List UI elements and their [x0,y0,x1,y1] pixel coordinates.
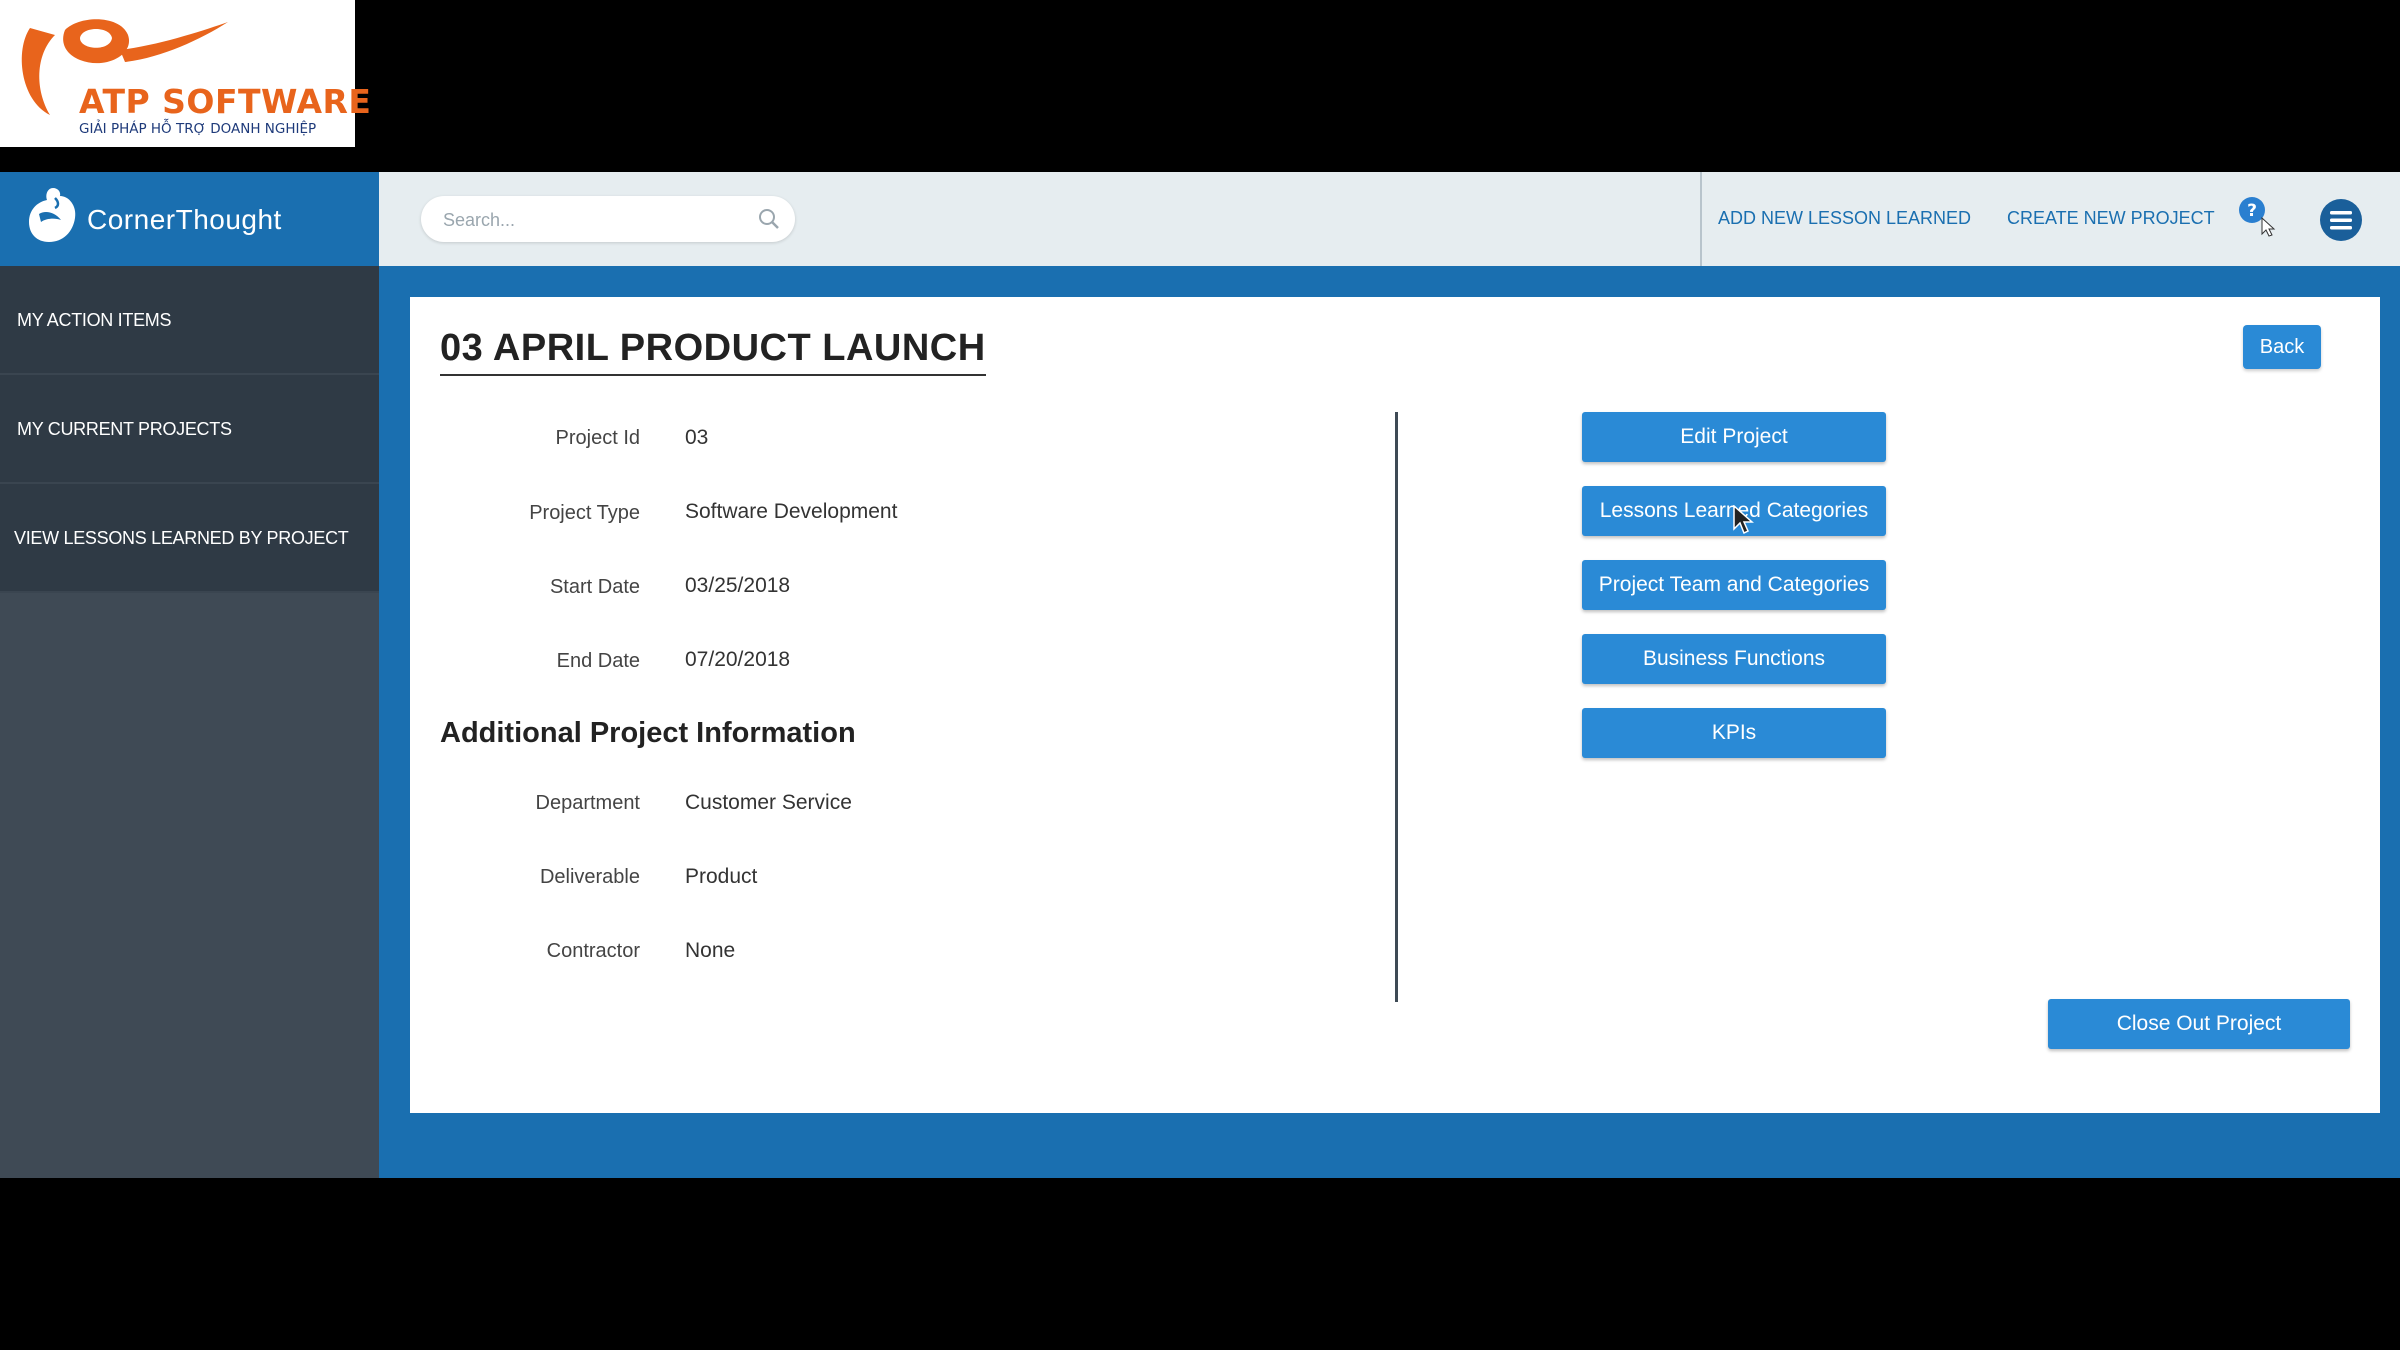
mouse-cursor-icon [1733,505,1754,535]
help-icon[interactable]: ? [2236,194,2280,238]
department-label: Department [535,792,641,814]
deliverable-value: Product [685,865,758,888]
page-title: 03 APRIL PRODUCT LAUNCH [440,327,986,376]
project-id-label: Project Id [555,427,640,449]
atp-software-logo: ATP SOFTWARE GIẢI PHÁP HỖ TRỢ DOANH NGHI… [0,0,371,147]
top-bar: ADD NEW LESSON LEARNED CREATE NEW PROJEC… [379,172,2400,266]
contractor-value: None [685,939,736,962]
column-divider [1395,412,1398,1002]
deliverable-label: Deliverable [539,866,640,888]
search-icon[interactable] [757,207,781,231]
hamburger-menu-icon[interactable] [2319,198,2363,242]
sidebar-item-view-lessons-learned[interactable]: VIEW LESSONS LEARNED BY PROJECT [0,484,379,593]
topbar-divider [1700,172,1702,266]
app-brand[interactable]: CornerThought [0,172,379,266]
add-new-lesson-link[interactable]: ADD NEW LESSON LEARNED [1718,208,1971,229]
back-button[interactable]: Back [2243,325,2321,369]
svg-text:?: ? [2247,201,2257,221]
start-date-value: 03/25/2018 [685,574,791,597]
create-new-project-link[interactable]: CREATE NEW PROJECT [2007,208,2215,229]
search-input[interactable] [441,204,745,236]
app-name: CornerThought [87,204,282,235]
project-type-value: Software Development [685,500,898,523]
project-id-value: 03 [685,426,709,449]
close-out-project-button[interactable]: Close Out Project [2048,999,2350,1049]
business-functions-button[interactable]: Business Functions [1582,634,1886,684]
cornerthought-logo-icon [29,188,76,242]
sidebar-item-label: MY CURRENT PROJECTS [17,419,232,439]
search-box [421,196,795,242]
kpis-button[interactable]: KPIs [1582,708,1886,758]
end-date-label: End Date [556,650,640,672]
sidebar: MY ACTION ITEMS MY CURRENT PROJECTS VIEW… [0,266,379,1178]
sidebar-item-my-current-projects[interactable]: MY CURRENT PROJECTS [0,375,379,484]
department-value: Customer Service [685,791,852,814]
project-team-categories-button[interactable]: Project Team and Categories [1582,560,1886,610]
contractor-label: Contractor [546,940,640,962]
project-type-label: Project Type [529,502,640,524]
atp-tagline: GIẢI PHÁP HỖ TRỢ DOANH NGHIỆP [79,121,317,137]
start-date-label: Start Date [549,576,640,598]
end-date-value: 07/20/2018 [685,648,791,671]
sidebar-item-label: VIEW LESSONS LEARNED BY PROJECT [14,528,349,548]
sidebar-item-label: MY ACTION ITEMS [17,310,172,330]
edit-project-button[interactable]: Edit Project [1582,412,1886,462]
sidebar-item-my-action-items[interactable]: MY ACTION ITEMS [0,266,379,375]
additional-info-title: Additional Project Information [440,717,856,749]
project-details-card: 03 APRIL PRODUCT LAUNCH Back Project Id … [410,297,2380,1113]
atp-brand-name: ATP SOFTWARE [79,82,372,121]
